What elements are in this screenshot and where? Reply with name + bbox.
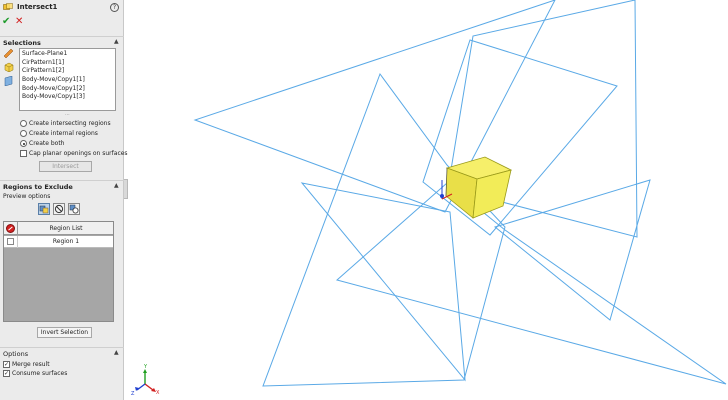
list-resize-handle[interactable]: ⋯ bbox=[65, 112, 70, 118]
help-icon[interactable]: ? bbox=[110, 3, 119, 12]
radio-button[interactable] bbox=[20, 120, 27, 127]
collapse-chevron-icon[interactable]: ▲ bbox=[114, 349, 119, 356]
radio-label: Create intersecting regions bbox=[29, 120, 111, 127]
checkmark-icon[interactable]: ✔ bbox=[2, 17, 12, 27]
graphics-area[interactable]: Y X Z bbox=[125, 0, 728, 400]
close-icon[interactable]: ✕ bbox=[15, 17, 25, 27]
svg-text:Y: Y bbox=[143, 364, 148, 370]
region-list-column: Region List bbox=[49, 225, 83, 232]
selections-list[interactable]: Surface-Plane1 CirPattern1[1] CirPattern… bbox=[19, 48, 116, 111]
list-item[interactable]: Surface-Plane1 bbox=[22, 50, 113, 59]
preview-regions-icon bbox=[39, 205, 49, 214]
list-item[interactable]: CirPattern1[2] bbox=[22, 67, 113, 76]
merge-result-checkbox[interactable]: ✓ bbox=[3, 361, 10, 368]
preview-show-regions-button[interactable] bbox=[38, 203, 50, 215]
options-section-header[interactable]: Options ▲ bbox=[0, 347, 124, 358]
preview-excluded-button[interactable] bbox=[68, 203, 80, 215]
svg-text:Z: Z bbox=[131, 391, 135, 397]
solid-body-icon bbox=[4, 62, 14, 72]
exclude-icon bbox=[6, 224, 15, 233]
plane-icon bbox=[4, 76, 13, 86]
table-row[interactable]: Region 1 bbox=[4, 236, 113, 248]
region-list-table: Region List Region 1 bbox=[3, 221, 114, 322]
plane-outline bbox=[300, 182, 466, 382]
exclude-checkbox[interactable] bbox=[7, 238, 14, 245]
radio-button[interactable] bbox=[20, 140, 27, 147]
radio-label: Create both bbox=[29, 140, 65, 147]
regions-section-header[interactable]: Regions to Exclude ▲ bbox=[0, 180, 124, 191]
list-item[interactable]: Body-Move/Copy1[1] bbox=[22, 76, 113, 85]
checkbox-label: Consume surfaces bbox=[12, 370, 68, 377]
preview-options-label: Preview options bbox=[3, 193, 51, 200]
axis-triad-icon[interactable]: Y X Z bbox=[131, 364, 160, 397]
collapse-chevron-icon[interactable]: ▲ bbox=[114, 182, 119, 189]
region-list-header: Region List bbox=[4, 222, 113, 235]
selection-type-icons bbox=[3, 48, 15, 92]
plane-outline bbox=[335, 182, 727, 385]
plane-outline bbox=[262, 72, 506, 387]
intersect-region[interactable] bbox=[445, 156, 513, 219]
options-header: Options bbox=[3, 350, 29, 358]
region-name: Region 1 bbox=[52, 238, 80, 245]
exclude-cell[interactable] bbox=[4, 236, 18, 248]
selections-header: Selections bbox=[3, 39, 41, 47]
plane-outline bbox=[422, 39, 618, 236]
svg-text:X: X bbox=[156, 390, 160, 396]
tools-icon bbox=[3, 48, 14, 58]
collapse-chevron-icon[interactable]: ▲ bbox=[114, 38, 119, 45]
preview-hide-button[interactable] bbox=[53, 203, 65, 215]
plane-outline bbox=[493, 179, 651, 321]
excluded-regions-icon bbox=[69, 204, 79, 214]
checkbox-label: Cap planar openings on surfaces bbox=[29, 150, 128, 157]
intersect-feature-icon bbox=[3, 3, 13, 10]
list-item[interactable]: Body-Move/Copy1[2] bbox=[22, 85, 113, 94]
regions-header: Regions to Exclude bbox=[3, 183, 73, 191]
feature-title: Intersect1 bbox=[17, 3, 58, 11]
radio-button[interactable] bbox=[20, 130, 27, 137]
invert-selection-button[interactable]: Invert Selection bbox=[37, 327, 92, 338]
property-manager: Intersect1 ? ✔ ✕ Selections ▲ Surface-Pl… bbox=[0, 0, 128, 400]
radio-label: Create internal regions bbox=[29, 130, 98, 137]
model-view[interactable]: Y X Z bbox=[125, 0, 728, 400]
checkbox-label: Merge result bbox=[12, 361, 50, 368]
intersect-button[interactable]: Intersect bbox=[39, 161, 92, 172]
feature-title-row: Intersect1 ? bbox=[0, 0, 124, 14]
consume-surfaces-checkbox[interactable]: ✓ bbox=[3, 370, 10, 377]
cap-planar-checkbox[interactable] bbox=[20, 150, 27, 157]
hide-icon bbox=[54, 204, 64, 214]
exclude-column-header[interactable] bbox=[4, 222, 18, 235]
list-item[interactable]: Body-Move/Copy1[3] bbox=[22, 93, 113, 102]
list-item[interactable]: CirPattern1[1] bbox=[22, 59, 113, 68]
selections-section-header[interactable]: Selections ▲ bbox=[0, 36, 124, 47]
